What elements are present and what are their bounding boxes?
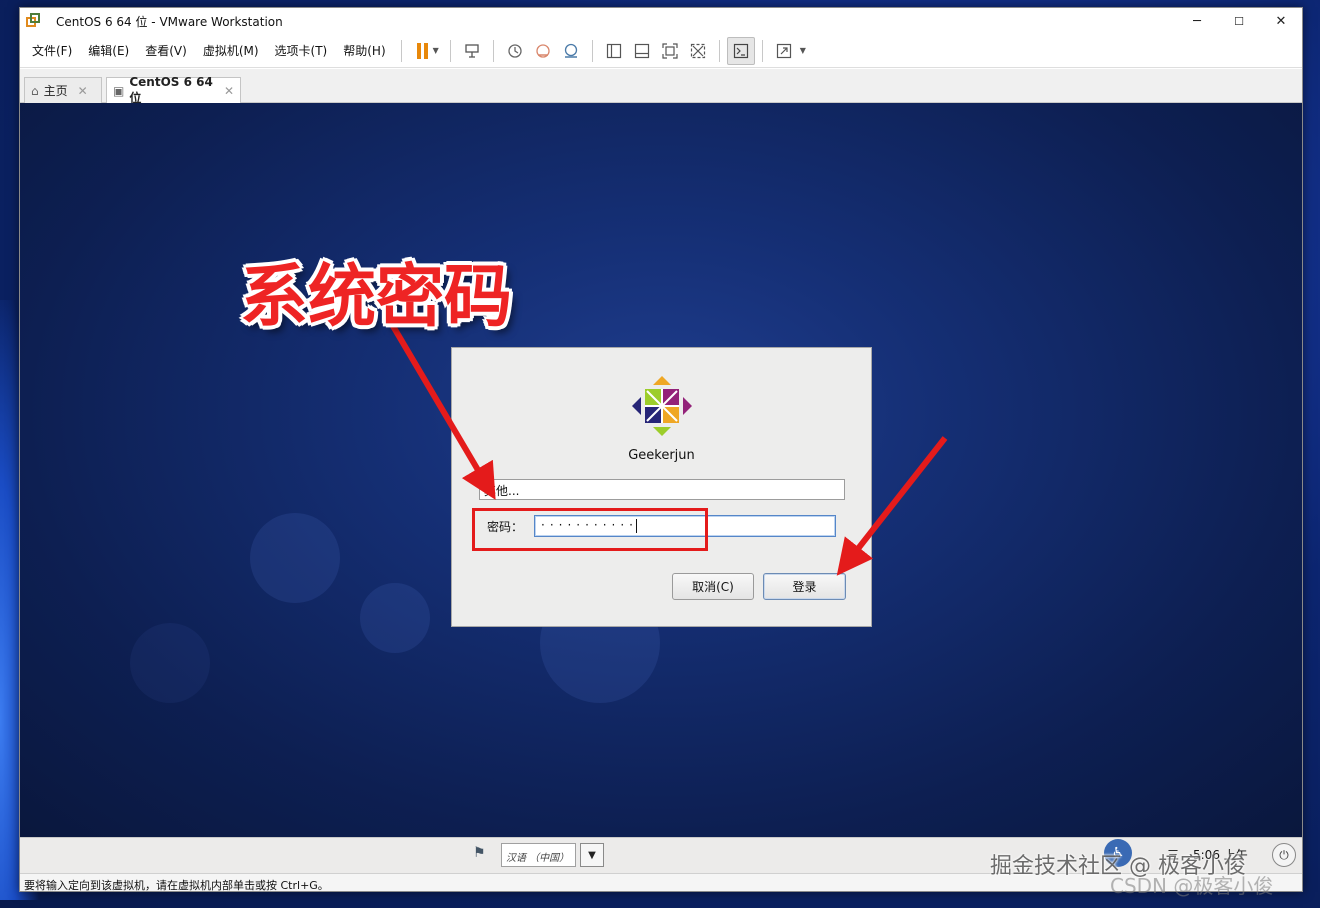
snapshot-icon[interactable] — [501, 37, 529, 65]
close-tab-icon[interactable]: ✕ — [224, 84, 234, 98]
login-dialog: Geekerjun 其他... 密码： ··········· 取消(C) 登录 — [451, 347, 872, 627]
unity-mode-icon[interactable] — [684, 37, 712, 65]
tab-label: CentOS 6 64 位 — [129, 75, 213, 105]
toolbar-separator — [591, 39, 593, 62]
menu-tabs[interactable]: 选项卡(T) — [267, 42, 336, 59]
toolbar-separator — [400, 39, 402, 62]
guest-screen[interactable]: Geekerjun 其他... 密码： ··········· 取消(C) 登录… — [20, 103, 1302, 837]
centos-logo — [632, 376, 692, 436]
window-title: CentOS 6 64 位 - VMware Workstation — [56, 14, 283, 29]
vm-icon: ▣ — [113, 83, 125, 98]
send-ctrl-alt-del-icon[interactable] — [458, 37, 486, 65]
toolbar-separator — [761, 39, 763, 62]
username-label: Geekerjun — [628, 448, 695, 463]
title-bar: CentOS 6 64 位 - VMware Workstation ─ ☐ ✕ — [20, 8, 1302, 34]
annotation-highlight-box — [472, 508, 708, 551]
snapshot-manager-icon[interactable] — [557, 37, 585, 65]
toolbar-separator — [718, 39, 720, 62]
menu-vm[interactable]: 虚拟机(M) — [195, 42, 267, 59]
menu-edit[interactable]: 编辑(E) — [80, 42, 137, 59]
chevron-down-icon[interactable]: ▼ — [580, 843, 604, 867]
minimize-button[interactable]: ─ — [1176, 8, 1218, 34]
toolbar-separator — [492, 39, 494, 62]
annotation-callout: 系统密码 — [240, 258, 513, 337]
close-button[interactable]: ✕ — [1260, 8, 1302, 34]
power-icon[interactable]: ⏻ — [1272, 843, 1296, 867]
menu-toolbar: 文件(F) 编辑(E) 查看(V) 虚拟机(M) 选项卡(T) 帮助(H) ▼ — [20, 34, 1302, 68]
chevron-down-icon[interactable]: ▼ — [800, 46, 806, 55]
pause-icon[interactable] — [409, 37, 437, 65]
background-bokeh — [130, 623, 210, 703]
other-user-field[interactable]: 其他... — [479, 479, 845, 500]
menu-help[interactable]: 帮助(H) — [335, 42, 393, 59]
stretch-guest-icon[interactable] — [770, 37, 798, 65]
tab-bar: ⌂ 主页 ✕ ▣ CentOS 6 64 位 ✕ — [20, 69, 1302, 105]
home-icon: ⌂ — [31, 83, 39, 98]
menu-file[interactable]: 文件(F) — [24, 42, 80, 59]
toolbar-separator — [449, 39, 451, 62]
flag-icon: ⚑ — [473, 845, 486, 861]
watermark-csdn: CSDN @极客小俊 — [1110, 874, 1274, 898]
vmware-app-icon — [26, 13, 42, 29]
console-view-icon[interactable] — [726, 36, 755, 65]
full-screen-icon[interactable] — [656, 37, 684, 65]
close-tab-icon[interactable]: ✕ — [78, 84, 88, 98]
maximize-button[interactable]: ☐ — [1218, 8, 1260, 34]
language-select[interactable]: 汉语 （中国） — [501, 843, 576, 867]
background-bokeh — [250, 513, 340, 603]
background-bokeh — [360, 583, 430, 653]
tab-centos[interactable]: ▣ CentOS 6 64 位 ✕ — [106, 75, 241, 105]
show-library-icon[interactable] — [600, 37, 628, 65]
cancel-button[interactable]: 取消(C) — [672, 573, 754, 600]
revert-snapshot-icon[interactable] — [529, 37, 557, 65]
menu-view[interactable]: 查看(V) — [137, 42, 195, 59]
login-button[interactable]: 登录 — [763, 573, 846, 600]
thumbnail-bar-icon[interactable] — [628, 37, 656, 65]
vmware-window: CentOS 6 64 位 - VMware Workstation ─ ☐ ✕… — [19, 7, 1303, 892]
tab-home[interactable]: ⌂ 主页 ✕ — [24, 77, 102, 103]
tab-label: 主页 — [43, 84, 68, 98]
